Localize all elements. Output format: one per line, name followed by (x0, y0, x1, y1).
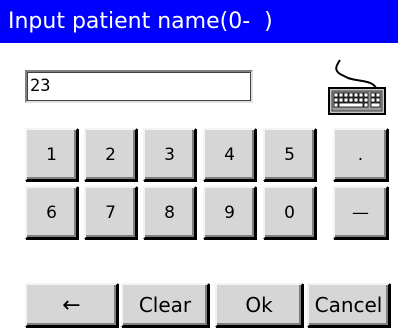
key-0-label: 0 (284, 202, 295, 223)
key-9[interactable]: 9 (203, 186, 256, 239)
key-7[interactable]: 7 (84, 186, 137, 239)
input-dialog: Input patient name(0- ) 23 1 2 3 4 5 . 6… (0, 0, 398, 336)
cancel-button[interactable]: Cancel (307, 283, 390, 327)
key-dash-label: — (352, 202, 369, 223)
key-8-label: 8 (164, 202, 175, 223)
key-6-label: 6 (46, 202, 57, 223)
key-dash[interactable]: — (333, 186, 388, 239)
clear-button[interactable]: Clear (121, 283, 209, 327)
key-3-label: 3 (164, 144, 175, 165)
key-7-label: 7 (105, 202, 116, 223)
key-1[interactable]: 1 (25, 128, 78, 181)
key-2[interactable]: 2 (84, 128, 137, 181)
cancel-button-label: Cancel (314, 293, 383, 317)
dialog-title: Input patient name(0- ) (0, 0, 398, 43)
key-5[interactable]: 5 (263, 128, 316, 181)
key-4-label: 4 (224, 144, 235, 165)
key-6[interactable]: 6 (25, 186, 78, 239)
key-9-label: 9 (224, 202, 235, 223)
key-dot-label: . (357, 144, 364, 165)
keyboard-icon[interactable] (326, 58, 388, 118)
key-5-label: 5 (284, 144, 295, 165)
key-3[interactable]: 3 (143, 128, 196, 181)
clear-button-label: Clear (138, 293, 192, 317)
key-8[interactable]: 8 (143, 186, 196, 239)
key-1-label: 1 (46, 144, 57, 165)
key-4[interactable]: 4 (203, 128, 256, 181)
key-0[interactable]: 0 (263, 186, 316, 239)
key-dot[interactable]: . (333, 128, 388, 181)
backspace-arrow-icon: ← (62, 292, 81, 318)
patient-name-input[interactable]: 23 (25, 70, 253, 103)
key-2-label: 2 (105, 144, 116, 165)
ok-button-label: Ok (245, 293, 273, 317)
ok-button[interactable]: Ok (215, 283, 303, 327)
backspace-button[interactable]: ← (25, 283, 118, 327)
